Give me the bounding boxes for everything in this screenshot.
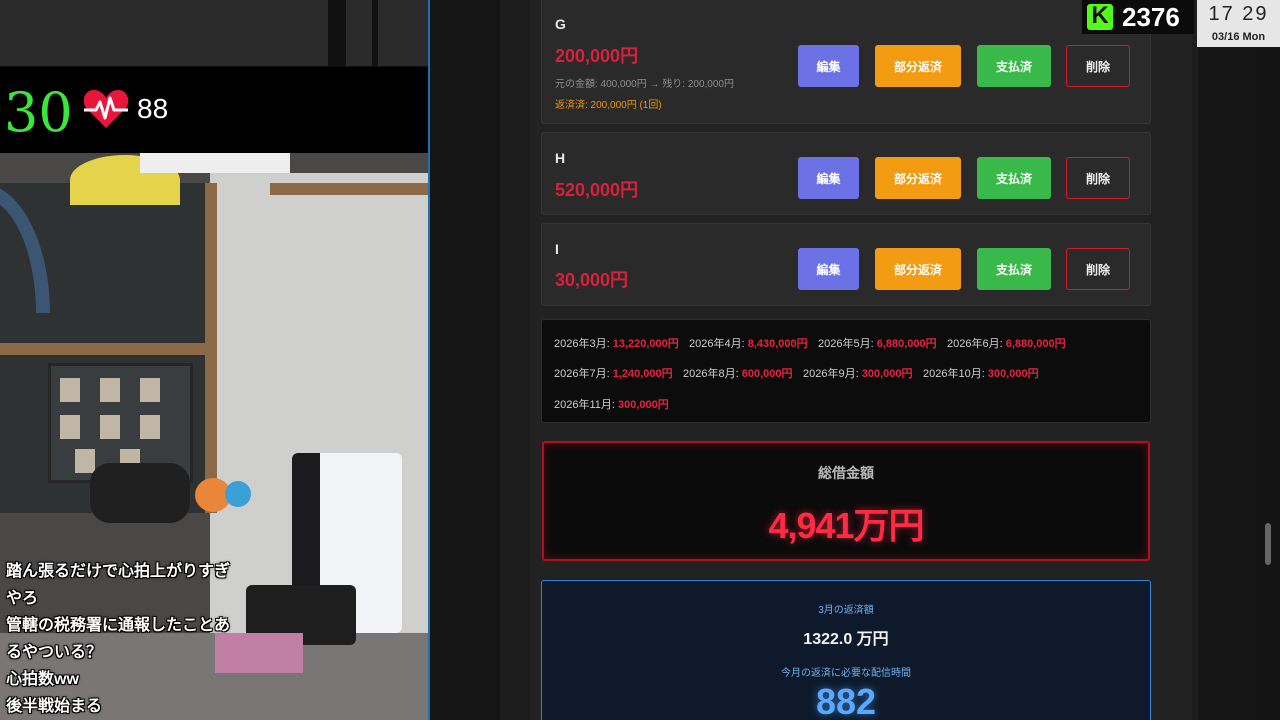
schedule-item: 2026年4月: 8,430,000円	[689, 335, 808, 351]
debt-card-g: G 200,000円 元の金額: 400,000円 → 残り: 200,000円…	[541, 0, 1151, 124]
monthly-schedule: 2026年3月: 13,220,000円 2026年4月: 8,430,000円…	[541, 319, 1151, 423]
chat-message: やろ	[6, 590, 39, 607]
partial-repay-button[interactable]: 部分返済	[875, 45, 961, 87]
schedule-item: 2026年8月: 600,000円	[683, 365, 792, 381]
top-camera-strip	[0, 0, 428, 67]
schedule-month: 2026年7月:	[554, 368, 610, 380]
schedule-month: 2026年5月:	[818, 338, 874, 350]
chat-message: 管轄の税務署に通報したことあ	[6, 617, 231, 634]
delete-button[interactable]: 削除	[1066, 157, 1130, 199]
chat-message: 踏ん張るだけで心拍上がりすぎ	[6, 563, 231, 580]
viewer-count: 2376	[1122, 1, 1180, 32]
light-bar	[140, 153, 290, 173]
pillar	[372, 0, 378, 67]
total-debt-panel: 総借金額 4,941万円	[542, 441, 1150, 561]
schedule-item: 2026年7月: 1,240,000円	[554, 365, 673, 381]
schedule-month: 2026年9月:	[803, 368, 859, 380]
clock-date: 03/16 Mon	[1211, 31, 1266, 43]
schedule-amount: 600,000円	[741, 368, 793, 380]
debt-amount: 30,000円	[555, 270, 629, 290]
repayment-amount: 1322.0 万円	[803, 631, 889, 648]
schedule-amount: 300,000円	[861, 368, 913, 380]
mark-paid-button[interactable]: 支払済	[977, 45, 1051, 87]
speed-readout: 30	[4, 81, 73, 144]
mark-paid-button[interactable]: 支払済	[977, 248, 1051, 290]
page-gutter	[1192, 0, 1198, 720]
chat-message: るやついる？	[6, 644, 103, 661]
schedule-month: 2026年6月:	[947, 338, 1003, 350]
clock-widget: 17 29 03/16 Mon	[1197, 0, 1280, 47]
stream-screen: 30 88 踏ん張るだけで心拍上がりすぎ やろ 管轄の税務署に通報したことあ る…	[0, 0, 1280, 720]
trading-card	[60, 415, 80, 439]
trading-card	[100, 378, 120, 402]
debt-amount: 200,000円	[555, 46, 639, 66]
trading-card	[60, 378, 80, 402]
schedule-month: 2026年4月:	[689, 338, 745, 350]
schedule-item: 2026年10月: 300,000円	[923, 365, 1039, 381]
required-hours-value: 882	[815, 681, 877, 720]
repayment-month-label: 3月の返済額	[818, 605, 874, 616]
heart-rate-value: 88	[137, 93, 169, 124]
debt-name: H	[555, 150, 566, 166]
total-debt-value: 4,941万円	[768, 505, 924, 546]
heart-rate-icon	[83, 89, 129, 128]
chat-message: 後半戦始まる	[6, 698, 103, 715]
schedule-amount: 300,000円	[987, 368, 1039, 380]
required-hours-label: 今月の返済に必要な配信時間	[781, 668, 911, 679]
schedule-amount: 300,000円	[618, 399, 669, 411]
delete-button[interactable]: 削除	[1066, 248, 1130, 290]
viewer-counter: K 2376	[1082, 0, 1194, 34]
trading-card	[140, 378, 160, 402]
schedule-item: 2026年5月: 6,880,000円	[818, 335, 937, 351]
schedule-month: 2026年8月:	[683, 368, 739, 380]
schedule-month: 2026年11月:	[554, 399, 615, 411]
camera-pane: 30 88 踏ん張るだけで心拍上がりすぎ やろ 管轄の税務署に通報したことあ る…	[0, 0, 428, 720]
pillar	[328, 0, 346, 67]
debt-card-i: I 30,000円 編集 部分返済 支払済 削除	[541, 223, 1151, 306]
mark-paid-button[interactable]: 支払済	[977, 157, 1051, 199]
total-debt-label: 総借金額	[818, 465, 874, 481]
schedule-amount: 8,430,000円	[747, 338, 808, 350]
schedule-item: 2026年11月: 300,000円	[554, 396, 669, 412]
schedule-amount: 6,880,000円	[1005, 338, 1066, 350]
bag	[90, 463, 190, 523]
scrollbar-thumb[interactable]	[1265, 523, 1271, 565]
clock-time: 17 29	[1208, 3, 1269, 25]
shelf-post	[205, 183, 217, 513]
page-gutter	[500, 0, 530, 720]
schedule-month: 2026年10月:	[923, 368, 985, 380]
partial-repay-button[interactable]: 部分返済	[875, 248, 961, 290]
edit-button[interactable]: 編集	[798, 157, 859, 199]
debt-card-h: H 520,000円 編集 部分返済 支払済 削除	[541, 132, 1151, 215]
debt-paid-note: 返済済: 200,000円 (1回)	[555, 100, 662, 111]
schedule-item: 2026年3月: 13,220,000円	[554, 335, 679, 351]
edit-button[interactable]: 編集	[798, 45, 859, 87]
edit-button[interactable]: 編集	[798, 248, 859, 290]
delete-button[interactable]: 削除	[1066, 45, 1130, 87]
debt-name: I	[555, 241, 559, 257]
trading-card	[75, 449, 95, 473]
debt-tracker-pane: G 200,000円 元の金額: 400,000円 → 残り: 200,000円…	[430, 0, 1280, 720]
monthly-repayment-panel: 3月の返済額 1322.0 万円 今月の返済に必要な配信時間 882	[541, 580, 1151, 720]
debt-amount: 520,000円	[555, 180, 639, 200]
schedule-amount: 13,220,000円	[612, 338, 679, 350]
blue-ball	[225, 481, 251, 507]
kick-logo-icon: K	[1087, 2, 1113, 30]
schedule-item: 2026年6月: 6,880,000円	[947, 335, 1066, 351]
shelf	[270, 183, 428, 195]
schedule-item: 2026年9月: 300,000円	[803, 365, 912, 381]
schedule-amount: 1,240,000円	[612, 368, 673, 380]
shelf	[0, 343, 215, 355]
scrollbar-track[interactable]	[1262, 0, 1274, 720]
partial-repay-button[interactable]: 部分返済	[875, 157, 961, 199]
schedule-month: 2026年3月:	[554, 338, 610, 350]
trading-card	[140, 415, 160, 439]
chat-message: 心拍数ww	[6, 671, 79, 688]
debt-original-note: 元の金額: 400,000円 → 残り: 200,000円	[555, 79, 734, 90]
trading-card	[100, 415, 120, 439]
schedule-amount: 6,880,000円	[876, 338, 937, 350]
debt-name: G	[555, 16, 566, 32]
chat-overlay: 踏ん張るだけで心拍上がりすぎ やろ 管轄の税務署に通報したことあ るやついる？ …	[6, 558, 276, 720]
